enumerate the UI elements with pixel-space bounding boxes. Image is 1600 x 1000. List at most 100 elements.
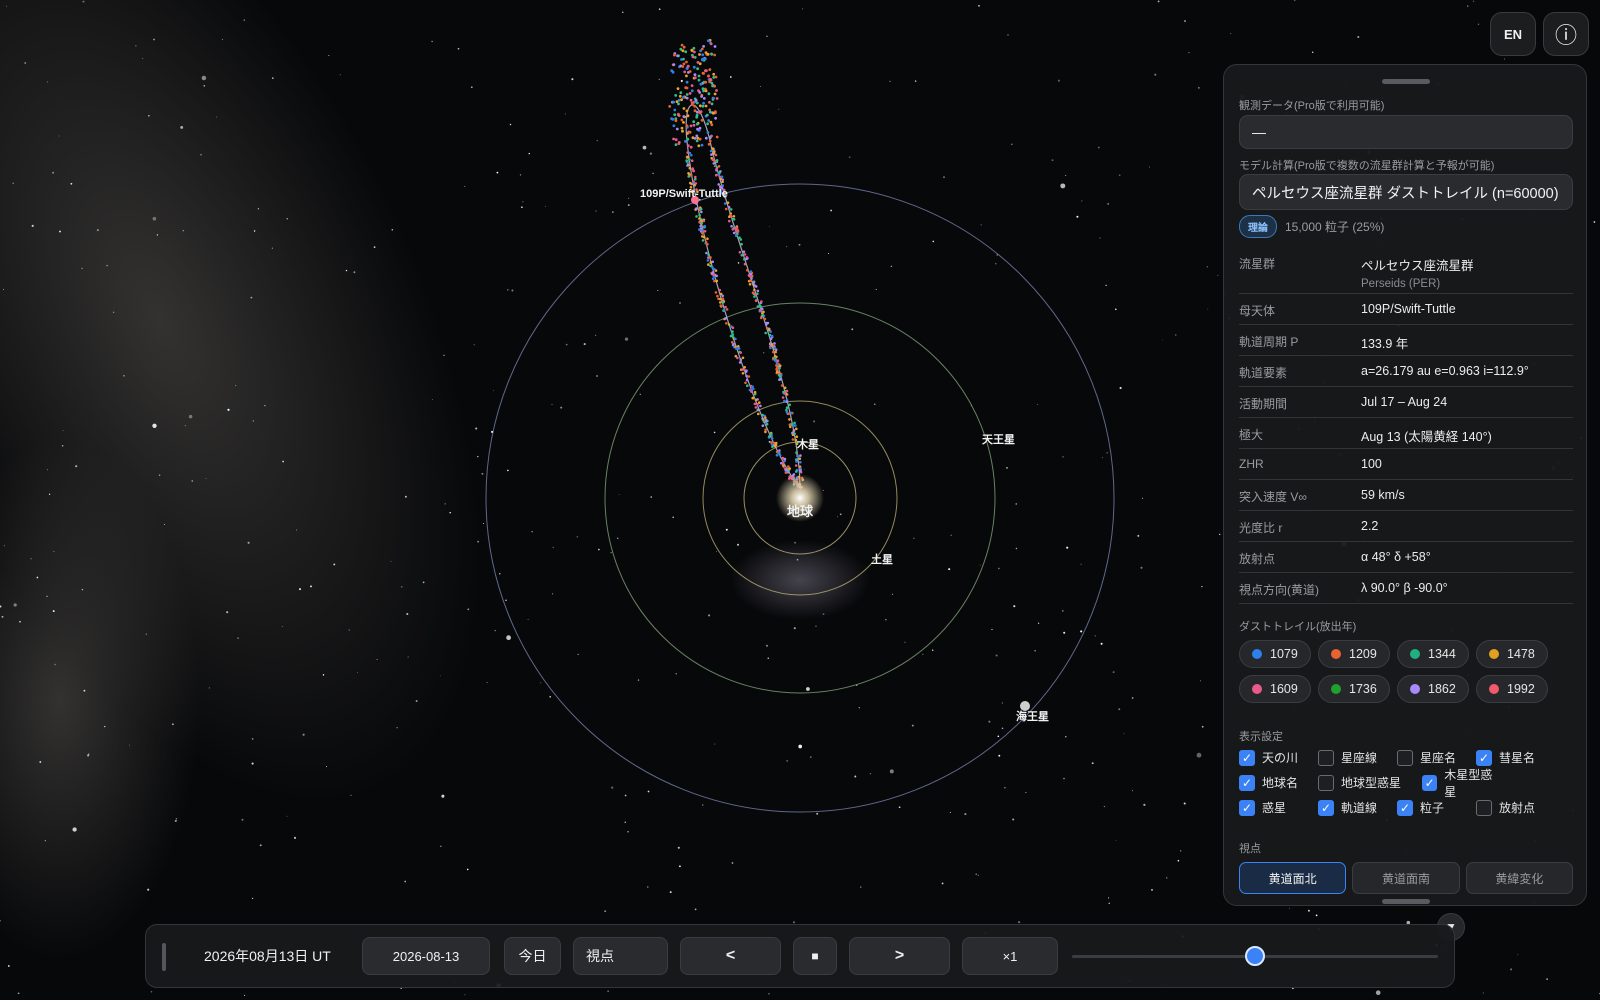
- star: [235, 384, 237, 387]
- today-button[interactable]: 今日: [504, 937, 561, 975]
- checkbox-地球型惑星[interactable]: 地球型惑星: [1318, 774, 1422, 791]
- dust-particle: [686, 114, 690, 118]
- dust-particle: [770, 432, 773, 436]
- dust-particle: [684, 140, 687, 143]
- panel-bottom-handle[interactable]: [1382, 899, 1430, 904]
- dust-trail-chip[interactable]: 1344: [1397, 640, 1469, 668]
- dust-particle: [706, 39, 710, 43]
- dust-particle: [702, 101, 705, 105]
- next-button[interactable]: >: [849, 937, 950, 975]
- prev-button[interactable]: <: [680, 937, 781, 975]
- time-slider-thumb[interactable]: [1245, 946, 1265, 966]
- star: [729, 76, 732, 78]
- checkbox-木星型惑星[interactable]: ✓ 木星型惑星: [1422, 766, 1501, 800]
- star: [1201, 725, 1204, 728]
- checkbox-icon[interactable]: [1318, 749, 1334, 766]
- checkbox-天の川[interactable]: ✓ 天の川: [1239, 749, 1318, 766]
- star: [979, 564, 981, 566]
- dust-particle: [682, 95, 685, 99]
- star: [470, 86, 473, 89]
- dust-trail-chip[interactable]: 1736: [1318, 675, 1390, 703]
- star: [172, 723, 174, 726]
- view-button[interactable]: 黄緯変化: [1465, 862, 1573, 894]
- star: [596, 375, 598, 377]
- dust-particle: [707, 119, 710, 122]
- star: [1157, 0, 1160, 3]
- view-select[interactable]: 視点: [573, 937, 668, 975]
- dust-trail-chip[interactable]: 1478: [1476, 640, 1548, 668]
- star: [759, 85, 761, 88]
- star: [87, 754, 90, 757]
- checkbox-放射点[interactable]: 放射点: [1476, 799, 1573, 816]
- dust-particle: [772, 356, 775, 360]
- speed-select[interactable]: ×1: [962, 937, 1058, 975]
- date-input[interactable]: 2026-08-13: [362, 937, 490, 975]
- star: [281, 625, 283, 628]
- checkbox-星座線[interactable]: 星座線: [1318, 749, 1397, 766]
- panel-drag-handle[interactable]: [1382, 79, 1430, 84]
- checkbox-軌道線[interactable]: ✓ 軌道線: [1318, 799, 1397, 816]
- star: [150, 990, 153, 993]
- bar-drag-handle[interactable]: [162, 943, 166, 971]
- dust-particle: [716, 294, 719, 298]
- star: [737, 543, 739, 546]
- dust-particle: [686, 151, 689, 154]
- color-dot-icon: [1489, 649, 1499, 659]
- star: [145, 633, 148, 635]
- observation-select[interactable]: —: [1239, 115, 1573, 149]
- dust-trail-chip[interactable]: 1609: [1239, 675, 1311, 703]
- checkbox-icon[interactable]: ✓: [1239, 749, 1255, 766]
- dust-particle: [719, 301, 722, 304]
- checkbox-icon[interactable]: [1476, 799, 1492, 816]
- stop-button[interactable]: ■: [793, 937, 837, 975]
- star: [1107, 202, 1110, 205]
- dust-trail-chip[interactable]: 1209: [1318, 640, 1390, 668]
- checkbox-惑星[interactable]: ✓ 惑星: [1239, 799, 1318, 816]
- checkbox-地球名[interactable]: ✓ 地球名: [1239, 774, 1318, 791]
- view-button[interactable]: 黄道面北: [1239, 862, 1347, 894]
- dust-particle: [680, 118, 684, 122]
- dust-particle: [762, 420, 766, 423]
- model-select[interactable]: ペルセウス座流星群 ダストトレイル (n=60000): [1239, 174, 1573, 210]
- view-button[interactable]: 黄道面南: [1352, 862, 1460, 894]
- star: [499, 573, 501, 575]
- checkbox-星座名[interactable]: 星座名: [1397, 749, 1476, 766]
- star: [624, 821, 626, 823]
- neptune-marker[interactable]: [1020, 701, 1030, 711]
- dust-trail-chip[interactable]: 1862: [1397, 675, 1469, 703]
- star: [769, 226, 770, 228]
- checkbox-icon[interactable]: ✓: [1397, 799, 1413, 816]
- checkbox-icon[interactable]: ✓: [1239, 774, 1255, 791]
- dust-trail-chip[interactable]: 1992: [1476, 675, 1548, 703]
- star: [17, 992, 20, 995]
- dust-particle: [702, 45, 705, 48]
- star: [191, 480, 193, 482]
- checkbox-icon[interactable]: [1397, 749, 1413, 766]
- dust-particle: [710, 153, 713, 156]
- language-toggle-button[interactable]: EN: [1490, 12, 1536, 56]
- checkbox-彗星名[interactable]: ✓ 彗星名: [1476, 749, 1573, 766]
- star: [1001, 702, 1003, 704]
- star: [1482, 992, 1484, 994]
- checkbox-粒子[interactable]: ✓ 粒子: [1397, 799, 1476, 816]
- star: [477, 455, 479, 458]
- checkbox-icon[interactable]: ✓: [1239, 799, 1255, 816]
- star: [1131, 697, 1134, 699]
- dust-trail-chip[interactable]: 1079: [1239, 640, 1311, 668]
- checkbox-icon[interactable]: ✓: [1476, 749, 1492, 766]
- uranus-label: 天王星: [982, 433, 1015, 446]
- star: [528, 152, 530, 155]
- color-dot-icon: [1331, 684, 1341, 694]
- checkbox-icon[interactable]: [1318, 774, 1334, 791]
- checkbox-icon[interactable]: ✓: [1318, 799, 1334, 816]
- dust-particle: [759, 305, 762, 309]
- dust-particle: [743, 258, 746, 261]
- star: [837, 516, 839, 518]
- star: [271, 77, 274, 79]
- dust-particle: [748, 283, 752, 286]
- star: [401, 586, 403, 588]
- checkbox-label: 木星型惑星: [1444, 767, 1493, 799]
- checkbox-icon[interactable]: ✓: [1422, 774, 1438, 791]
- info-icon[interactable]: ⓘ: [1543, 12, 1589, 56]
- dust-particle: [792, 429, 796, 432]
